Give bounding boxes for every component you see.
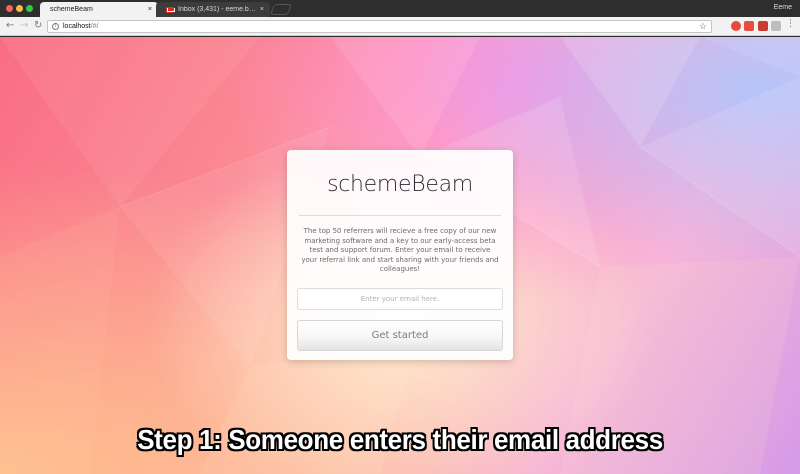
reload-icon[interactable]: ↻ bbox=[34, 20, 42, 32]
window-minimize-button[interactable] bbox=[16, 5, 23, 12]
forward-arrow-icon[interactable]: → bbox=[20, 20, 28, 32]
tab-close-icon[interactable]: × bbox=[260, 6, 264, 13]
browser-titlebar: schemeBeam × Inbox (3,431) - eeme.barbo.… bbox=[0, 0, 800, 17]
address-bar[interactable]: i localhost /#/ ☆ bbox=[47, 20, 712, 33]
step-caption: Step 1: Someone enters their email addre… bbox=[137, 424, 663, 455]
url-path: /#/ bbox=[90, 23, 99, 30]
card-divider bbox=[299, 215, 501, 216]
gmail-icon bbox=[166, 6, 175, 13]
extension-icon[interactable] bbox=[771, 21, 781, 31]
browser-menu-icon[interactable]: ⋮ bbox=[786, 19, 795, 29]
extension-icon[interactable] bbox=[731, 21, 741, 31]
tab-close-icon[interactable]: × bbox=[148, 6, 152, 13]
profile-name[interactable]: Eeme bbox=[774, 4, 792, 11]
brand-title: schemeBeam bbox=[327, 172, 473, 197]
get-started-button[interactable]: Get started bbox=[297, 320, 503, 351]
bookmark-star-icon[interactable]: ☆ bbox=[699, 21, 707, 32]
browser-toolbar: ← → ↻ i localhost /#/ ☆ ⋮ bbox=[0, 17, 800, 36]
tab-inbox[interactable]: Inbox (3,431) - eeme.barbo... × bbox=[156, 2, 270, 17]
extension-icon[interactable] bbox=[758, 21, 768, 31]
window-close-button[interactable] bbox=[6, 5, 13, 12]
signup-card: schemeBeam The top 50 referrers will rec… bbox=[287, 150, 513, 360]
new-tab-button[interactable] bbox=[269, 4, 293, 15]
referral-description: The top 50 referrers will recieve a free… bbox=[301, 227, 499, 274]
window-maximize-button[interactable] bbox=[26, 5, 33, 12]
page-viewport: schemeBeam The top 50 referrers will rec… bbox=[0, 37, 800, 474]
tab-label: schemeBeam bbox=[50, 6, 93, 13]
extension-icon[interactable] bbox=[744, 21, 754, 31]
tab-schemebeam[interactable]: schemeBeam × bbox=[40, 2, 158, 17]
tab-label: Inbox (3,431) - eeme.barbo... bbox=[178, 6, 256, 13]
email-input[interactable] bbox=[297, 288, 503, 310]
info-icon[interactable]: i bbox=[52, 23, 59, 30]
url-host: localhost bbox=[63, 23, 91, 30]
back-arrow-icon[interactable]: ← bbox=[6, 20, 14, 32]
